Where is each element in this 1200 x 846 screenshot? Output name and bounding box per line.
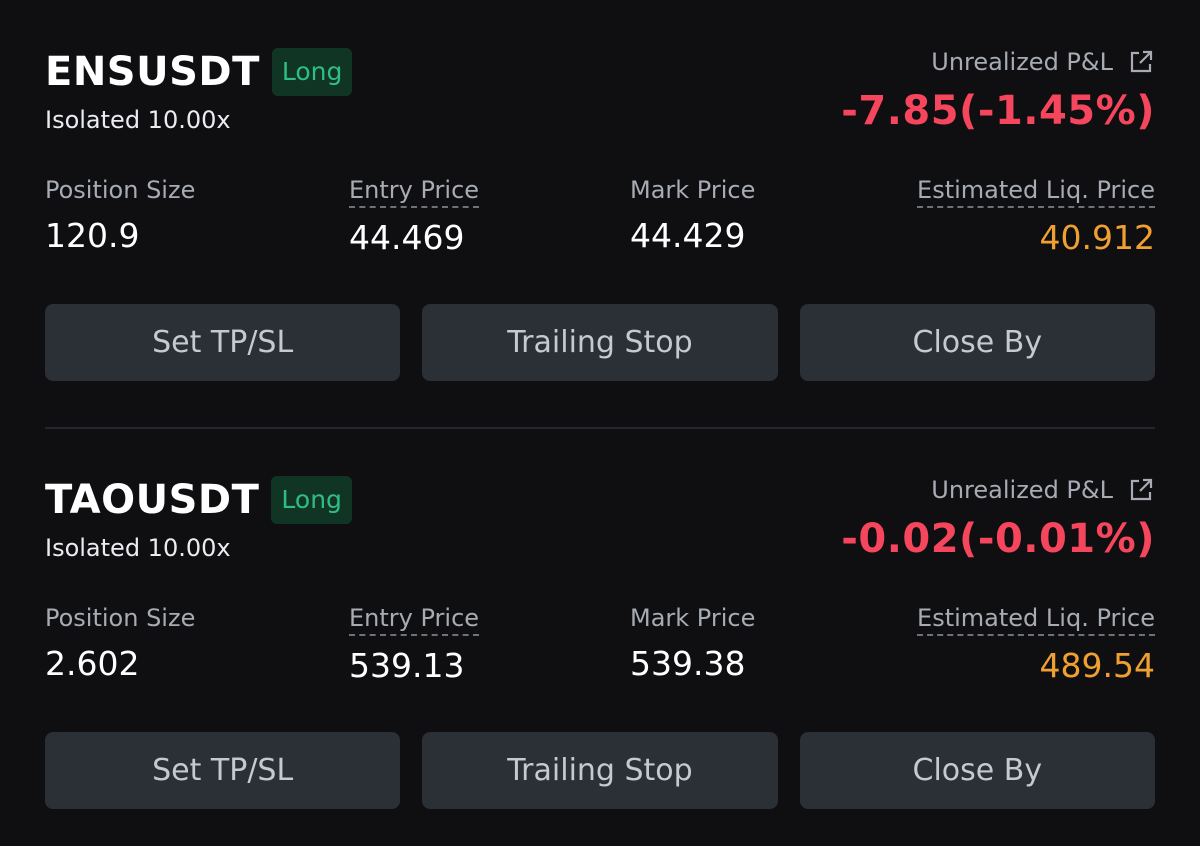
action-buttons: Set TP/SL Trailing Stop Close By bbox=[45, 304, 1155, 381]
entry-price-value: 44.469 bbox=[349, 218, 465, 257]
entry-price-label[interactable]: Entry Price bbox=[349, 176, 480, 208]
liq-price-value: 489.54 bbox=[1039, 646, 1155, 685]
close-by-button[interactable]: Close By bbox=[799, 732, 1155, 809]
set-tpsl-button[interactable]: Set TP/SL bbox=[45, 732, 401, 809]
position-size-label: Position Size bbox=[45, 176, 196, 204]
position-size-value: 120.9 bbox=[45, 216, 140, 255]
side-badge: Long bbox=[271, 476, 352, 524]
trailing-stop-button[interactable]: Trailing Stop bbox=[422, 304, 778, 381]
liq-price-label[interactable]: Estimated Liq. Price bbox=[917, 176, 1155, 208]
mark-price-value: 44.429 bbox=[630, 216, 746, 255]
margin-mode[interactable]: Isolated 10.00x bbox=[45, 106, 231, 134]
margin-mode[interactable]: Isolated 10.00x bbox=[45, 534, 231, 562]
position-card-taousdt: TAOUSDT Long Isolated 10.00x Unrealized … bbox=[45, 468, 1155, 809]
stat-liq-price: Estimated Liq. Price 40.912 bbox=[917, 176, 1155, 257]
entry-price-label[interactable]: Entry Price bbox=[349, 604, 480, 636]
stat-position-size: Position Size 120.9 bbox=[45, 176, 195, 255]
pnl-value: -7.85(-1.45%) bbox=[841, 88, 1155, 134]
symbol-row: ENSUSDT Long bbox=[45, 48, 353, 96]
stat-entry-price: Entry Price 44.469 bbox=[349, 176, 480, 257]
pnl-label: Unrealized P&L bbox=[931, 48, 1113, 76]
stat-mark-price: Mark Price 44.429 bbox=[630, 176, 755, 255]
mark-price-label: Mark Price bbox=[630, 176, 756, 204]
pnl-label-row: Unrealized P&L bbox=[931, 476, 1155, 504]
side-badge: Long bbox=[271, 48, 353, 96]
pnl-label: Unrealized P&L bbox=[931, 476, 1113, 504]
set-tpsl-button[interactable]: Set TP/SL bbox=[45, 304, 401, 381]
trailing-stop-button[interactable]: Trailing Stop bbox=[422, 732, 778, 809]
position-size-value: 2.602 bbox=[45, 644, 140, 683]
liq-price-label[interactable]: Estimated Liq. Price bbox=[917, 604, 1155, 636]
stat-mark-price: Mark Price 539.38 bbox=[630, 604, 755, 683]
liq-price-value: 40.912 bbox=[1039, 218, 1155, 257]
divider bbox=[45, 427, 1155, 429]
external-link-icon[interactable] bbox=[1127, 476, 1155, 504]
pnl-label-row: Unrealized P&L bbox=[931, 48, 1155, 76]
action-buttons: Set TP/SL Trailing Stop Close By bbox=[45, 732, 1155, 809]
stat-entry-price: Entry Price 539.13 bbox=[349, 604, 480, 685]
pnl-value: -0.02(-0.01%) bbox=[841, 516, 1155, 562]
position-size-label: Position Size bbox=[45, 604, 196, 632]
symbol-row: TAOUSDT Long bbox=[45, 476, 352, 524]
external-link-icon[interactable] bbox=[1127, 48, 1155, 76]
symbol-name[interactable]: TAOUSDT bbox=[45, 477, 259, 523]
close-by-button[interactable]: Close By bbox=[799, 304, 1155, 381]
position-card-ensusdt: ENSUSDT Long Isolated 10.00x Unrealized … bbox=[45, 40, 1155, 381]
stat-liq-price: Estimated Liq. Price 489.54 bbox=[917, 604, 1155, 685]
stat-position-size: Position Size 2.602 bbox=[45, 604, 195, 683]
mark-price-value: 539.38 bbox=[630, 644, 746, 683]
mark-price-label: Mark Price bbox=[630, 604, 756, 632]
symbol-name[interactable]: ENSUSDT bbox=[45, 49, 260, 95]
entry-price-value: 539.13 bbox=[349, 646, 465, 685]
